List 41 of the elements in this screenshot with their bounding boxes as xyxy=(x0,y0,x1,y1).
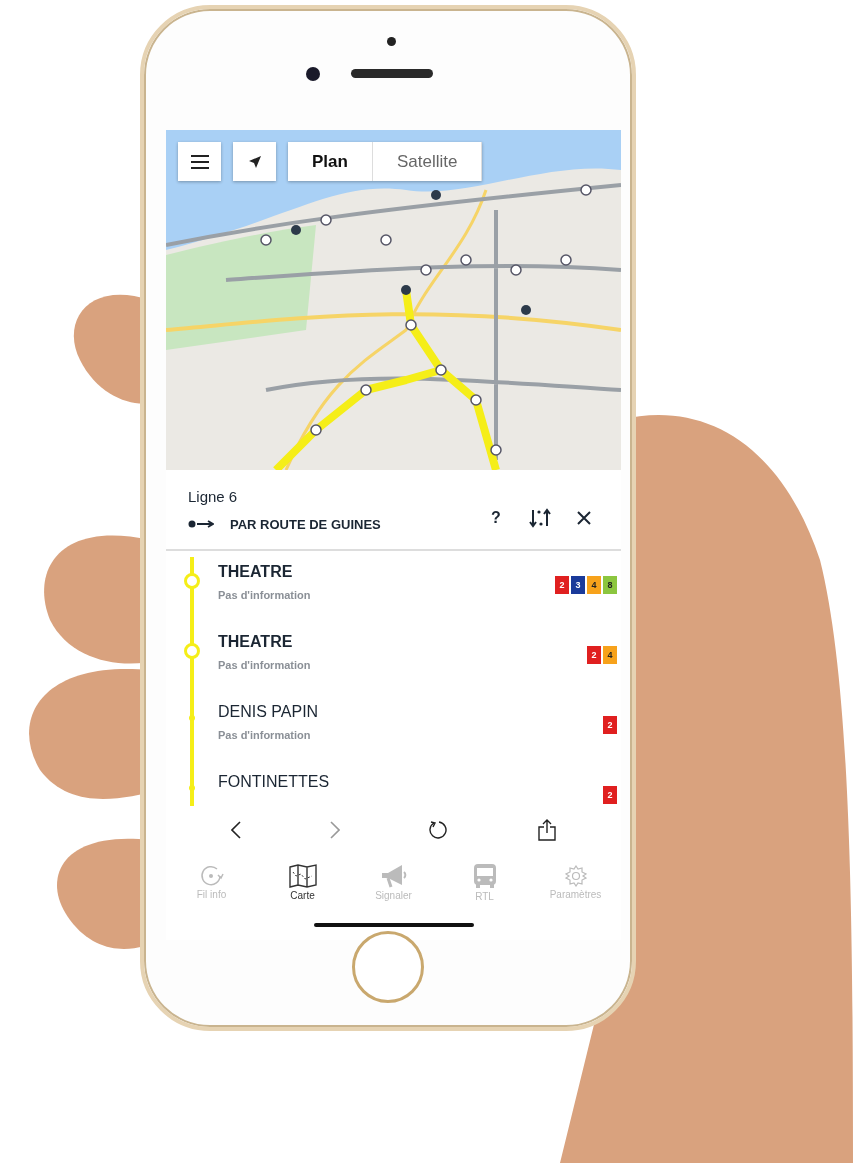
stop-name[interactable]: THEATRE xyxy=(218,563,555,581)
line-number-tag: 2 xyxy=(603,786,617,804)
back-icon xyxy=(230,821,241,839)
close-icon xyxy=(577,510,591,525)
stop-name[interactable]: DENIS PAPIN xyxy=(218,703,603,721)
stop-marker xyxy=(184,643,200,659)
menu-button[interactable] xyxy=(178,142,221,181)
tab-bar-item[interactable]: Carte xyxy=(262,863,343,901)
navigation-arrow-icon xyxy=(248,155,261,168)
map-type-tab[interactable]: Plan xyxy=(288,142,373,181)
line-number-tag: 2 xyxy=(587,646,601,664)
direction-arrow-icon xyxy=(188,520,214,528)
stop-info: Pas d'information xyxy=(218,589,312,601)
line-number-tag: 2 xyxy=(603,716,617,734)
line-number-tag: 8 xyxy=(603,576,617,594)
stop-info: Pas d'information xyxy=(218,729,312,741)
locate-button[interactable] xyxy=(233,142,276,181)
megaphone-icon xyxy=(379,863,408,888)
refresh-icon xyxy=(199,864,224,887)
forward-icon xyxy=(329,821,340,839)
stop-marker xyxy=(184,573,200,589)
stop-info: Pas d'information xyxy=(218,659,312,671)
map-type-tab[interactable]: Satellite xyxy=(372,142,483,181)
menu-icon xyxy=(190,154,209,169)
line-number-tag: 4 xyxy=(587,576,601,594)
share-icon xyxy=(538,819,557,841)
line-number-tag: 4 xyxy=(603,646,617,664)
line-title: Ligne 6 xyxy=(188,487,239,505)
map-icon xyxy=(288,863,317,888)
direction-label: PAR ROUTE DE GUINES xyxy=(230,516,381,532)
stop-name[interactable]: FONTINETTES xyxy=(218,773,603,791)
help-button[interactable]: ? xyxy=(481,504,511,531)
swap-icon xyxy=(529,507,551,528)
settings-icon xyxy=(564,864,587,887)
camera-icon xyxy=(387,37,396,46)
line-number-tag: 3 xyxy=(571,576,585,594)
stop-name[interactable]: THEATRE xyxy=(218,633,587,651)
reload-icon xyxy=(429,820,450,840)
bus-icon xyxy=(472,862,497,889)
front-camera-icon xyxy=(306,67,320,81)
line-number-tag: 2 xyxy=(555,576,569,594)
